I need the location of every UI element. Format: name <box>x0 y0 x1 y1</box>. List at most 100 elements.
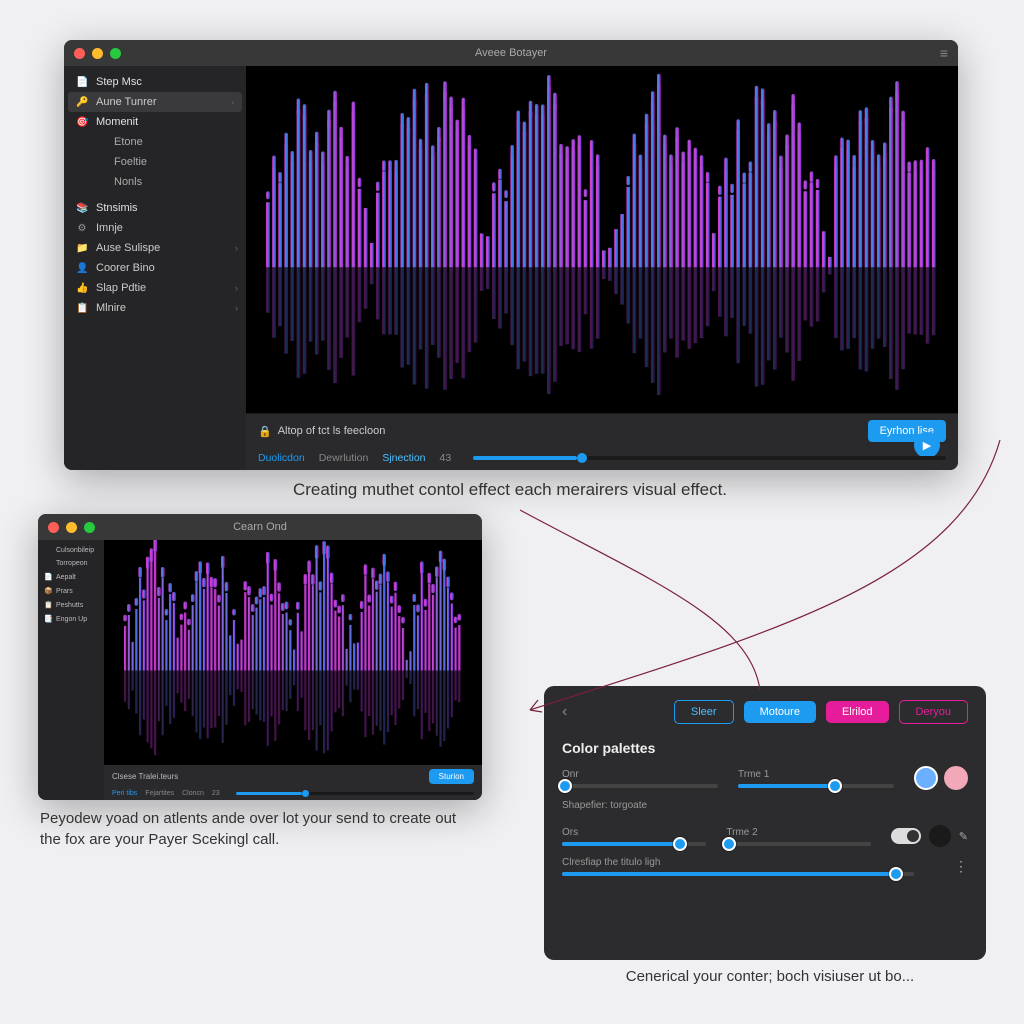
color-swatch[interactable] <box>929 825 951 847</box>
chevron-right-icon: › <box>235 283 238 293</box>
tab-2[interactable]: Fejartites <box>145 790 174 797</box>
audio-visualizer <box>246 66 958 413</box>
sidebar-item-label: Aune Tunrer <box>96 96 157 108</box>
sidebar-item[interactable]: 👍 Slap Pdtie › <box>64 278 246 298</box>
sidebar-item-label: Slap Pdtie <box>96 282 146 294</box>
item-icon: 👍 <box>76 283 88 294</box>
sidebar-item-label: Momenit <box>96 116 138 128</box>
action-button[interactable]: Sturion <box>429 769 474 784</box>
sidebar-item[interactable]: 📄Step Msc <box>64 72 246 92</box>
item-icon: 📋 <box>44 601 52 609</box>
item-icon: 📄 <box>44 573 52 581</box>
slider-label: Trme 2 <box>726 827 870 838</box>
sidebar-item[interactable]: Foeltie <box>64 152 246 172</box>
preset-button-3[interactable]: Elrilod <box>826 701 889 723</box>
sidebar-item[interactable]: Nonls <box>64 172 246 192</box>
shape-label: Shapefier: torgoate <box>562 800 968 811</box>
slider[interactable] <box>726 842 870 846</box>
caption-main: Creating muthet contol effect each merai… <box>260 480 760 500</box>
tab-3[interactable]: Cloncn <box>182 790 204 797</box>
titlebar[interactable]: Aveee Botayer ≡ <box>64 40 958 66</box>
item-icon: 📋 <box>76 303 88 314</box>
tab-number: 23 <box>212 790 220 797</box>
slider[interactable] <box>738 784 894 788</box>
tab-3[interactable]: Sjnection <box>382 452 425 464</box>
sidebar: 📄Step Msc 🔑 Aune Tunrer › 🎯 Momenit Etone Foelt… <box>64 66 246 470</box>
maximize-icon[interactable] <box>84 522 95 533</box>
chevron-right-icon: › <box>235 243 238 253</box>
sidebar-item-label: Peshutts <box>56 602 83 609</box>
sidebar-item[interactable]: 📦Prars <box>38 584 104 598</box>
window-title: Cearn Ond <box>233 521 287 533</box>
item-icon: 📄 <box>76 77 88 88</box>
color-swatch[interactable] <box>944 766 968 790</box>
more-vertical-icon[interactable]: ⋮ <box>954 858 968 875</box>
item-icon: 👤 <box>76 263 88 274</box>
back-chevron-icon[interactable]: ‹ <box>562 703 567 721</box>
sidebar-item[interactable]: 📋 Peshutts <box>38 598 104 612</box>
slider-label: Ors <box>562 827 706 838</box>
sidebar-item-label: Ause Sulispe <box>96 242 160 254</box>
bottom-bar: Clsese Tralei.teurs Sturion Peri tibs Fe… <box>104 765 482 800</box>
sidebar-item[interactable]: 📋Mlnire› <box>64 298 246 318</box>
slider-label: Trme 1 <box>738 769 894 780</box>
slider[interactable] <box>562 842 706 846</box>
maximize-icon[interactable] <box>110 48 121 59</box>
preset-button-2[interactable]: Motoure <box>744 701 816 723</box>
tabs-row: Duolicdon Dewrlution Sjnection 43 <box>246 448 958 470</box>
sidebar-item[interactable]: ⚙ Imnje <box>64 218 246 238</box>
sidebar-item[interactable]: 🎯 Momenit <box>64 112 246 132</box>
sidebar-item[interactable]: Torropeon <box>38 557 104 570</box>
minimize-icon[interactable] <box>92 48 103 59</box>
color-settings-panel: ‹ Sleer Motoure Elrilod Deryou Color pal… <box>544 686 986 960</box>
visualizer-area: Clsese Tralei.teurs Sturion Peri tibs Fe… <box>104 540 482 800</box>
tab-2[interactable]: Dewrlution <box>319 452 369 464</box>
progress-bar[interactable] <box>236 792 474 795</box>
edit-icon[interactable]: ✎ <box>959 830 968 843</box>
sidebar-item[interactable]: 📄Aepalt <box>38 570 104 584</box>
connector-arrow <box>480 430 1020 730</box>
sidebar-item-label: Imnje <box>96 222 123 234</box>
color-swatches <box>914 766 968 790</box>
chevron-right-icon: › <box>235 303 238 313</box>
sidebar-item[interactable]: 📁Ause Sulispe› <box>64 238 246 258</box>
close-icon[interactable] <box>48 522 59 533</box>
preset-button-1[interactable]: Sleer <box>674 700 734 724</box>
item-icon: 🔑 <box>76 97 88 108</box>
audio-visualizer <box>104 540 482 765</box>
toggle-switch[interactable] <box>891 828 921 844</box>
tab-1[interactable]: Duolicdon <box>258 452 305 464</box>
minimize-icon[interactable] <box>66 522 77 533</box>
sidebar-item[interactable]: 🔑Aune Tunrer› <box>68 92 242 112</box>
sidebar: CulsonbileipTorropeon📄Aepalt📦Prars 📋 Peshu… <box>38 540 104 800</box>
tab-1[interactable]: Peri tibs <box>112 790 137 797</box>
sidebar-item-label: Foeltie <box>114 156 147 168</box>
secondary-app-window: Cearn Ond CulsonbileipTorropeon📄Aepalt📦P… <box>38 514 482 800</box>
item-icon: 📑 <box>44 615 52 623</box>
sidebar-item-label: Stnsimis <box>96 202 138 214</box>
play-fab-button[interactable]: ▶ <box>914 432 940 458</box>
titlebar[interactable]: Cearn Ond <box>38 514 482 540</box>
hamburger-icon[interactable]: ≡ <box>940 45 948 61</box>
slider[interactable] <box>562 784 718 788</box>
panel-heading: Color palettes <box>562 740 968 756</box>
visualizer-area: ▶ 🔒 Altop of tct ls feecloon Eyrhon lise… <box>246 66 958 470</box>
color-swatch[interactable] <box>914 766 938 790</box>
sidebar-item-label: Nonls <box>114 176 142 188</box>
slider-label: Onr <box>562 769 718 780</box>
progress-bar[interactable] <box>473 456 946 460</box>
sidebar-item[interactable]: Culsonbileip <box>38 544 104 557</box>
sidebar-item[interactable]: Etone <box>64 132 246 152</box>
caption-secondary: Peyodew yoad on atlents ande over lot yo… <box>40 808 470 850</box>
slider[interactable] <box>562 872 914 876</box>
sidebar-item[interactable]: 📑Engon Up <box>38 612 104 626</box>
preset-button-4[interactable]: Deryou <box>899 700 968 724</box>
item-icon: 🎯 <box>76 117 88 128</box>
track-info-label: Altop of tct ls feecloon <box>278 425 386 437</box>
main-app-window: Aveee Botayer ≡ 📄Step Msc 🔑 Aune Tunrer › 🎯 M… <box>64 40 958 470</box>
sidebar-item[interactable]: 📚Stnsimis <box>64 198 246 218</box>
close-icon[interactable] <box>74 48 85 59</box>
item-icon: ⚙ <box>76 223 88 234</box>
sidebar-item[interactable]: 👤Coorer Bino <box>64 258 246 278</box>
panel-header: ‹ Sleer Motoure Elrilod Deryou <box>562 700 968 724</box>
